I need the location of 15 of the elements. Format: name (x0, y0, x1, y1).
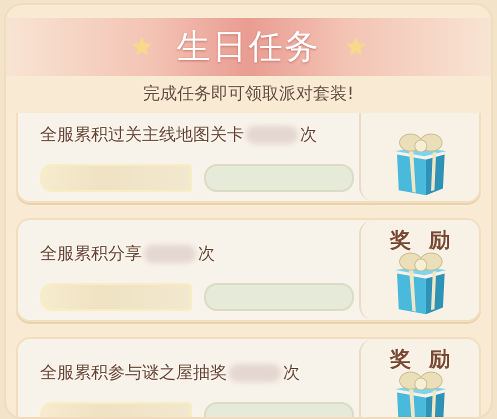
blurred-count (229, 364, 281, 382)
reward-label: 奖励 (390, 227, 468, 252)
star-icon (130, 36, 152, 58)
blurred-count (144, 244, 196, 262)
task-text: 全服累积过关主线地图关卡 (40, 124, 244, 146)
subtitle: 完成任务即可领取派对套装! (143, 83, 354, 105)
task-text: 次 (300, 124, 317, 146)
window-title: 生日任务 (176, 26, 320, 69)
task-text: 次 (198, 243, 215, 265)
task-text: 全服累积参与谜之屋抽奖 (40, 362, 227, 384)
blurred-count (246, 126, 298, 144)
star-icon (344, 36, 366, 58)
task-text: 次 (283, 362, 300, 384)
reward-label: 奖励 (390, 346, 468, 371)
task-text: 全服累积分享 (40, 243, 142, 265)
